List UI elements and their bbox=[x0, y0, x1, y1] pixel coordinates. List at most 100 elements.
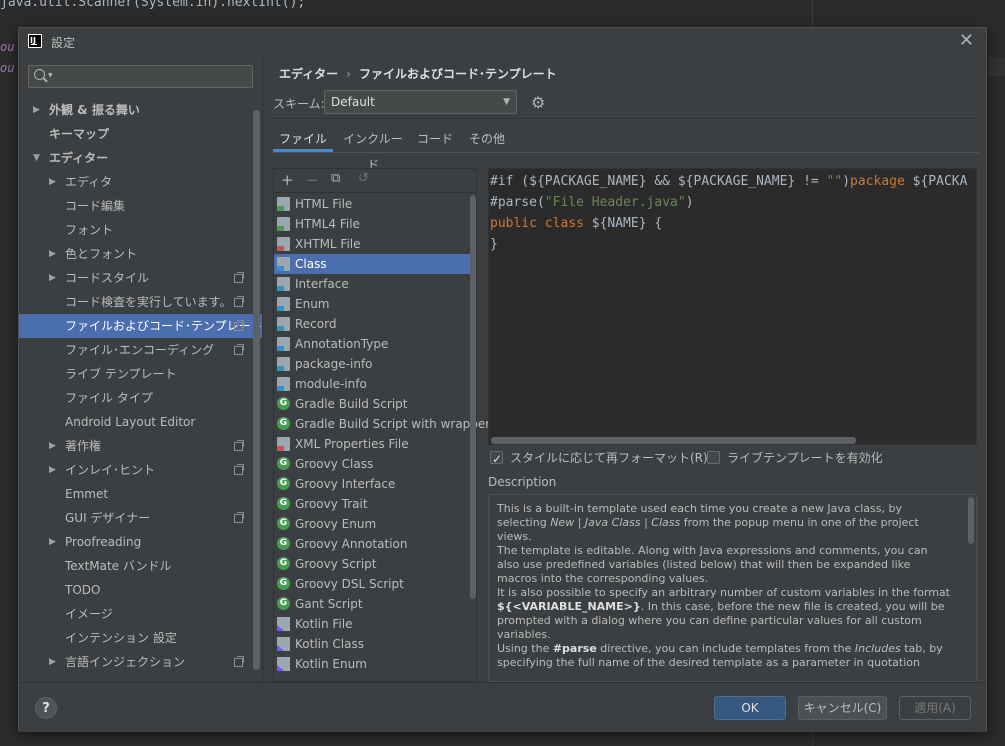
tab-files[interactable]: ファイル bbox=[273, 126, 333, 152]
code-text: ${PACKA bbox=[904, 174, 968, 189]
template-list-item[interactable]: Interface bbox=[274, 274, 470, 294]
ok-button[interactable]: OK bbox=[714, 696, 786, 720]
template-list-item[interactable]: XHTML File bbox=[274, 234, 470, 254]
search-dropdown-icon[interactable]: ▼ bbox=[48, 72, 53, 79]
chevron-right-icon[interactable]: ▶ bbox=[49, 530, 56, 554]
sidebar-item[interactable]: イメージ bbox=[19, 602, 262, 626]
template-list-item[interactable]: Record bbox=[274, 314, 470, 334]
template-list-item[interactable]: Class bbox=[274, 254, 470, 274]
template-list-item[interactable]: XML Properties File bbox=[274, 434, 470, 454]
chevron-right-icon[interactable]: ▶ bbox=[49, 458, 56, 482]
sidebar-item[interactable]: ファイル タイプ bbox=[19, 386, 262, 410]
sidebar-item[interactable]: ▶ 色とフォント bbox=[19, 242, 262, 266]
description-scrollbar[interactable] bbox=[968, 497, 974, 544]
template-list-item[interactable]: G Groovy Interface bbox=[274, 474, 470, 494]
chevron-right-icon[interactable]: ▶ bbox=[49, 266, 56, 290]
template-list-item[interactable]: Kotlin File bbox=[274, 614, 470, 634]
template-code-editor[interactable]: #if (${PACKAGE_NAME} && ${PACKAGE_NAME} … bbox=[488, 168, 977, 445]
sidebar-item[interactable]: ▼ エディター bbox=[19, 146, 262, 170]
template-list-item[interactable]: G Gant Script bbox=[274, 594, 470, 614]
tab-includes[interactable]: インクルード bbox=[339, 126, 407, 172]
gear-icon[interactable]: ⚙ bbox=[531, 93, 545, 112]
project-settings-icon bbox=[234, 464, 244, 475]
live-templates-label: ライブテンプレートを有効化 bbox=[727, 451, 883, 465]
template-list-item[interactable]: AnnotationType bbox=[274, 334, 470, 354]
template-list-item[interactable]: Kotlin Enum bbox=[274, 654, 470, 674]
help-button[interactable]: ? bbox=[35, 697, 57, 719]
sidebar-item[interactable]: ▶ 外観 & 振る舞い bbox=[19, 98, 262, 122]
template-list-item[interactable]: G Gradle Build Script bbox=[274, 394, 470, 414]
sidebar-item[interactable]: フォント bbox=[19, 218, 262, 242]
template-list-item[interactable]: HTML4 File bbox=[274, 214, 470, 234]
code-text: #parse( bbox=[490, 195, 545, 210]
template-label: Gradle Build Script with wrapper bbox=[295, 417, 491, 431]
copy-icon[interactable]: ⧉ bbox=[331, 171, 340, 186]
sidebar-item[interactable]: キーマップ bbox=[19, 122, 262, 146]
template-list-item[interactable]: HTML File bbox=[274, 194, 470, 214]
cancel-button[interactable]: キャンセル(C) bbox=[798, 696, 887, 720]
chevron-right-icon[interactable]: ▶ bbox=[49, 434, 56, 458]
template-label: Groovy DSL Script bbox=[295, 577, 404, 591]
sidebar-item[interactable]: TextMate バンドル bbox=[19, 554, 262, 578]
template-list-item[interactable]: Kotlin Class bbox=[274, 634, 470, 654]
sidebar-item[interactable]: ▶ コードスタイル bbox=[19, 266, 262, 290]
groovy-icon: G bbox=[277, 497, 290, 510]
template-list-item[interactable]: G Groovy Enum bbox=[274, 514, 470, 534]
sidebar-item[interactable]: コード検査を実行しています。 bbox=[19, 290, 262, 314]
sidebar-item-label: キーマップ bbox=[49, 127, 110, 141]
sidebar-item[interactable]: ▶ 著作権 bbox=[19, 434, 262, 458]
chevron-right-icon[interactable]: ▶ bbox=[49, 170, 56, 194]
description-label: Description bbox=[488, 475, 557, 489]
sidebar-item[interactable]: GUI デザイナー bbox=[19, 506, 262, 530]
template-list-item[interactable]: G Groovy Script bbox=[274, 554, 470, 574]
template-list-item[interactable]: package-info bbox=[274, 354, 470, 374]
sidebar-item[interactable]: インテンション 設定 bbox=[19, 626, 262, 650]
reset-icon[interactable]: ↺ bbox=[358, 171, 369, 186]
template-list-scrollbar[interactable] bbox=[470, 195, 476, 599]
desc-text: It is also possible to specify an arbitr… bbox=[497, 586, 950, 599]
chevron-right-icon[interactable]: ▶ bbox=[49, 650, 56, 674]
sidebar-item[interactable]: ▶ エディタ bbox=[19, 170, 262, 194]
editor-horizontal-scrollbar[interactable] bbox=[491, 437, 856, 444]
sidebar-item[interactable]: Android Layout Editor bbox=[19, 410, 262, 434]
sidebar-item-label: ライブ テンプレート bbox=[65, 367, 177, 381]
close-icon[interactable]: ✕ bbox=[959, 30, 974, 51]
desc-italic: New bbox=[550, 516, 575, 529]
sidebar-item[interactable]: TODO bbox=[19, 578, 262, 602]
template-list-item[interactable]: Enum bbox=[274, 294, 470, 314]
scheme-label: スキーム: bbox=[273, 97, 325, 111]
scheme-select[interactable]: Default ▼ bbox=[324, 90, 517, 114]
template-list-item[interactable]: G Groovy Annotation bbox=[274, 534, 470, 554]
tab-other[interactable]: その他 bbox=[463, 126, 511, 152]
groovy-icon: G bbox=[277, 517, 290, 530]
template-list-item[interactable]: G Groovy Trait bbox=[274, 494, 470, 514]
tabs-underline bbox=[271, 152, 979, 153]
template-list-item[interactable]: G Groovy DSL Script bbox=[274, 574, 470, 594]
template-list-item[interactable]: G Groovy Class bbox=[274, 454, 470, 474]
template-list-item[interactable]: G Gradle Build Script with wrapper bbox=[274, 414, 490, 434]
settings-search-input[interactable]: ▼ bbox=[28, 65, 253, 88]
sidebar-scrollbar[interactable] bbox=[253, 110, 260, 670]
sidebar-item[interactable]: ファイルおよびコード･テンプレート bbox=[19, 314, 263, 338]
sidebar-item[interactable]: ファイル･エンコーディング bbox=[19, 338, 262, 362]
sidebar-item[interactable]: ▶ インレイ･ヒント bbox=[19, 458, 262, 482]
chevron-right-icon[interactable]: ▶ bbox=[33, 98, 40, 122]
add-icon[interactable]: + bbox=[281, 171, 294, 189]
sidebar-item[interactable]: ▶ Proofreading bbox=[19, 530, 262, 554]
breadcrumb-separator: › bbox=[346, 67, 351, 81]
sidebar-item[interactable]: ▶ 言語インジェクション bbox=[19, 650, 262, 674]
code-text: ) bbox=[842, 174, 851, 189]
sidebar-item[interactable]: Emmet bbox=[19, 482, 262, 506]
chevron-right-icon[interactable]: ▶ bbox=[49, 242, 56, 266]
template-list-item[interactable]: module-info bbox=[274, 374, 470, 394]
desc-text: directive, you can include templates fro… bbox=[596, 642, 855, 655]
sidebar-item[interactable]: ライブ テンプレート bbox=[19, 362, 262, 386]
project-settings-icon bbox=[234, 272, 244, 283]
project-settings-icon bbox=[234, 440, 244, 451]
breadcrumb: エディター › ファイルおよびコード･テンプレート bbox=[279, 65, 557, 82]
remove-icon[interactable]: − bbox=[306, 171, 319, 189]
apply-button[interactable]: 適用(A) bbox=[899, 696, 971, 720]
tab-code[interactable]: コード bbox=[417, 126, 453, 152]
chevron-down-icon[interactable]: ▼ bbox=[33, 146, 40, 170]
sidebar-item[interactable]: コード編集 bbox=[19, 194, 262, 218]
